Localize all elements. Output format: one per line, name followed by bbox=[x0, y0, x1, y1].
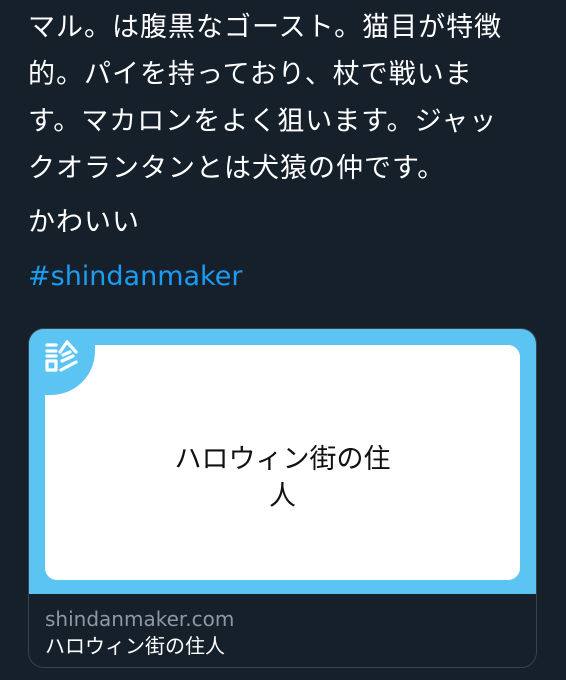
card-image-title: ハロウィン街の住 人 bbox=[61, 441, 504, 515]
tweet-text-line: マル。は腹黒なゴースト。猫目が特徴 bbox=[28, 12, 503, 43]
card-image-panel: ハロウィン街の住 人 bbox=[45, 345, 520, 580]
tweet-text-second-paragraph: かわいい bbox=[28, 207, 140, 238]
tweet-text-line: す。マカロンをよく狙います。ジャッ bbox=[28, 106, 498, 137]
card-image[interactable]: ハロウィン街の住 人 診 bbox=[29, 329, 536, 594]
hashtag-link[interactable]: #shindanmaker bbox=[28, 253, 242, 300]
card-image-title-line: 人 bbox=[269, 481, 296, 512]
card-footer[interactable]: shindanmaker.com ハロウィン街の住人 bbox=[29, 594, 536, 667]
tweet-text-line: クオランタンとは犬猿の仲です。 bbox=[28, 153, 446, 184]
link-preview-card[interactable]: ハロウィン街の住 人 診 shindanm bbox=[28, 328, 537, 668]
card-title: ハロウィン街の住人 bbox=[45, 634, 225, 658]
tweet-body: マル。は腹黒なゴースト。猫目が特徴 的。パイを持っており、杖で戦いま す。マカロ… bbox=[28, 4, 548, 300]
card-image-title-line: ハロウィン街の住 bbox=[174, 444, 391, 475]
card-domain: shindanmaker.com bbox=[45, 607, 235, 631]
tweet-text-line: 的。パイを持っており、杖で戦いま bbox=[28, 59, 473, 90]
shindan-logo-icon: 診 bbox=[45, 340, 78, 372]
